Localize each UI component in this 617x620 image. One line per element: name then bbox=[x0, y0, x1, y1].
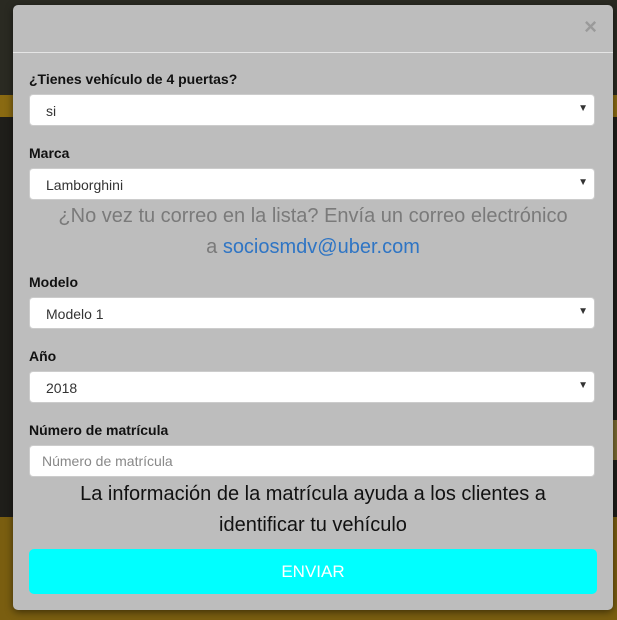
email-note-prefix: a bbox=[206, 236, 223, 258]
modal-header: × bbox=[13, 5, 613, 53]
brand-select-value: Lamborghini bbox=[46, 177, 124, 193]
email-note: ¿No vez tu correo en la lista? Envía un … bbox=[13, 201, 613, 263]
doors-select[interactable]: si ▼ bbox=[29, 94, 595, 126]
chevron-down-icon: ▼ bbox=[578, 306, 588, 317]
year-label: Año bbox=[29, 348, 57, 364]
doors-label: ¿Tienes vehículo de 4 puertas? bbox=[29, 71, 238, 87]
plate-note-line2: identificar tu vehículo bbox=[219, 514, 407, 536]
chevron-down-icon: ▼ bbox=[578, 103, 588, 114]
model-label: Modelo bbox=[29, 274, 78, 290]
email-note-line1: ¿No vez tu correo en la lista? Envía un … bbox=[58, 205, 568, 227]
close-icon[interactable]: × bbox=[584, 16, 597, 38]
year-select-value: 2018 bbox=[46, 380, 78, 396]
brand-label: Marca bbox=[29, 145, 70, 161]
plate-input[interactable] bbox=[29, 445, 595, 477]
vehicle-form-modal: × ¿Tienes vehículo de 4 puertas? si ▼ Ma… bbox=[13, 5, 613, 610]
chevron-down-icon: ▼ bbox=[578, 177, 588, 188]
doors-select-value: si bbox=[46, 103, 57, 119]
brand-select[interactable]: Lamborghini ▼ bbox=[29, 168, 595, 200]
email-note-line2: a sociosmdv@uber.com bbox=[13, 232, 613, 263]
model-select-value: Modelo 1 bbox=[46, 306, 104, 322]
model-select[interactable]: Modelo 1 ▼ bbox=[29, 297, 595, 329]
chevron-down-icon: ▼ bbox=[578, 380, 588, 391]
submit-button[interactable]: ENVIAR bbox=[29, 549, 597, 594]
year-select[interactable]: 2018 ▼ bbox=[29, 371, 595, 403]
email-link[interactable]: sociosmdv@uber.com bbox=[223, 236, 420, 258]
plate-note: La información de la matrícula ayuda a l… bbox=[13, 479, 613, 541]
plate-note-line1: La información de la matrícula ayuda a l… bbox=[80, 483, 546, 505]
plate-label: Número de matrícula bbox=[29, 422, 169, 438]
